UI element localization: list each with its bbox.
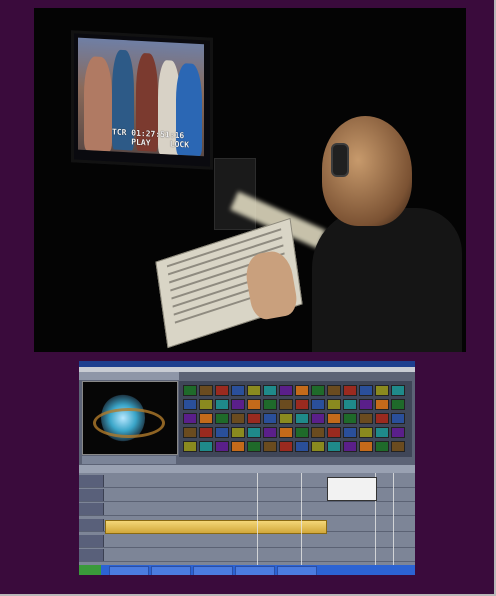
tv-screen: TCR 01:27:51:16 PLAY LOCK	[78, 37, 204, 157]
playback-controls	[82, 456, 176, 464]
effects-gallery	[179, 381, 412, 457]
effect-thumbnail	[247, 399, 261, 410]
effect-thumbnail	[279, 385, 293, 396]
effect-thumbnail	[375, 427, 389, 438]
effect-thumbnail	[279, 399, 293, 410]
effect-thumbnail	[199, 427, 213, 438]
effect-thumbnail	[279, 441, 293, 452]
timeline-marker	[301, 473, 302, 565]
effect-thumbnail	[359, 399, 373, 410]
effect-thumbnail	[231, 441, 245, 452]
effect-thumbnail	[343, 413, 357, 424]
effect-thumbnail	[231, 413, 245, 424]
effect-thumbnail	[295, 385, 309, 396]
effect-thumbnail	[359, 385, 373, 396]
effect-thumbnail	[391, 399, 405, 410]
effect-thumbnail	[311, 399, 325, 410]
video-editor-screenshot	[79, 361, 415, 575]
audio-clip	[105, 520, 327, 534]
effect-thumbnail	[215, 399, 229, 410]
effect-thumbnail	[327, 427, 341, 438]
effect-thumbnail	[295, 399, 309, 410]
effect-thumbnail	[359, 441, 373, 452]
effect-thumbnail	[327, 413, 341, 424]
effect-thumbnail	[375, 399, 389, 410]
effect-thumbnail	[183, 413, 197, 424]
effect-thumbnail	[247, 427, 261, 438]
effect-thumbnail	[247, 413, 261, 424]
effect-thumbnail	[327, 399, 341, 410]
effect-thumbnail	[311, 427, 325, 438]
effect-thumbnail	[295, 427, 309, 438]
effect-thumbnail	[311, 441, 325, 452]
image-frame: TCR 01:27:51:16 PLAY LOCK	[0, 0, 496, 596]
effect-thumbnail	[231, 427, 245, 438]
effect-thumbnail	[183, 427, 197, 438]
effect-thumbnail	[231, 385, 245, 396]
effect-thumbnail	[295, 441, 309, 452]
effect-thumbnail	[343, 399, 357, 410]
windows-taskbar	[79, 565, 415, 575]
effect-thumbnail	[199, 385, 213, 396]
effect-thumbnail	[343, 441, 357, 452]
effect-thumbnail	[215, 385, 229, 396]
effect-thumbnail	[327, 385, 341, 396]
effect-thumbnail	[183, 399, 197, 410]
effect-thumbnail	[263, 399, 277, 410]
studio-photo: TCR 01:27:51:16 PLAY LOCK	[34, 8, 466, 352]
effect-thumbnail	[199, 399, 213, 410]
headphones	[331, 143, 349, 177]
effect-thumbnail	[391, 413, 405, 424]
effect-thumbnail	[247, 441, 261, 452]
effect-thumbnail	[391, 385, 405, 396]
effect-thumbnail	[375, 413, 389, 424]
narrator-body	[312, 208, 462, 352]
timeline-track	[79, 535, 415, 548]
timeline-track	[79, 549, 415, 562]
effect-thumbnail	[391, 441, 405, 452]
effect-thumbnail	[327, 441, 341, 452]
effect-thumbnail	[375, 385, 389, 396]
effect-thumbnail	[311, 413, 325, 424]
effect-thumbnail	[263, 413, 277, 424]
effect-thumbnail	[359, 427, 373, 438]
timeline-marker	[393, 473, 394, 565]
timeline-marker	[257, 473, 258, 565]
tv-monitor: TCR 01:27:51:16 PLAY LOCK	[71, 30, 213, 170]
effect-thumbnail	[183, 385, 197, 396]
effect-thumbnail	[231, 399, 245, 410]
effect-thumbnail	[359, 413, 373, 424]
effect-thumbnail	[279, 413, 293, 424]
effect-thumbnail	[183, 441, 197, 452]
editor-toolbar	[79, 372, 179, 380]
effect-thumbnail	[215, 441, 229, 452]
effect-thumbnail	[215, 413, 229, 424]
effect-thumbnail	[247, 385, 261, 396]
effect-thumbnail	[199, 413, 213, 424]
effect-thumbnail	[391, 427, 405, 438]
effect-thumbnail	[279, 427, 293, 438]
start-button	[79, 565, 101, 575]
effect-thumbnail	[343, 427, 357, 438]
timeline-ruler	[79, 465, 415, 473]
equipment-stand	[214, 158, 256, 230]
effect-thumbnail	[311, 385, 325, 396]
effect-thumbnail	[343, 385, 357, 396]
timeline-track	[79, 503, 415, 516]
preview-effect-ring	[93, 408, 165, 438]
context-popup	[327, 477, 377, 501]
effect-thumbnail	[215, 427, 229, 438]
effect-thumbnail	[263, 385, 277, 396]
effect-thumbnail	[263, 427, 277, 438]
editor-preview-monitor	[82, 381, 178, 455]
effect-thumbnail	[263, 441, 277, 452]
effect-thumbnail	[295, 413, 309, 424]
effect-thumbnail	[375, 441, 389, 452]
effect-thumbnail	[199, 441, 213, 452]
